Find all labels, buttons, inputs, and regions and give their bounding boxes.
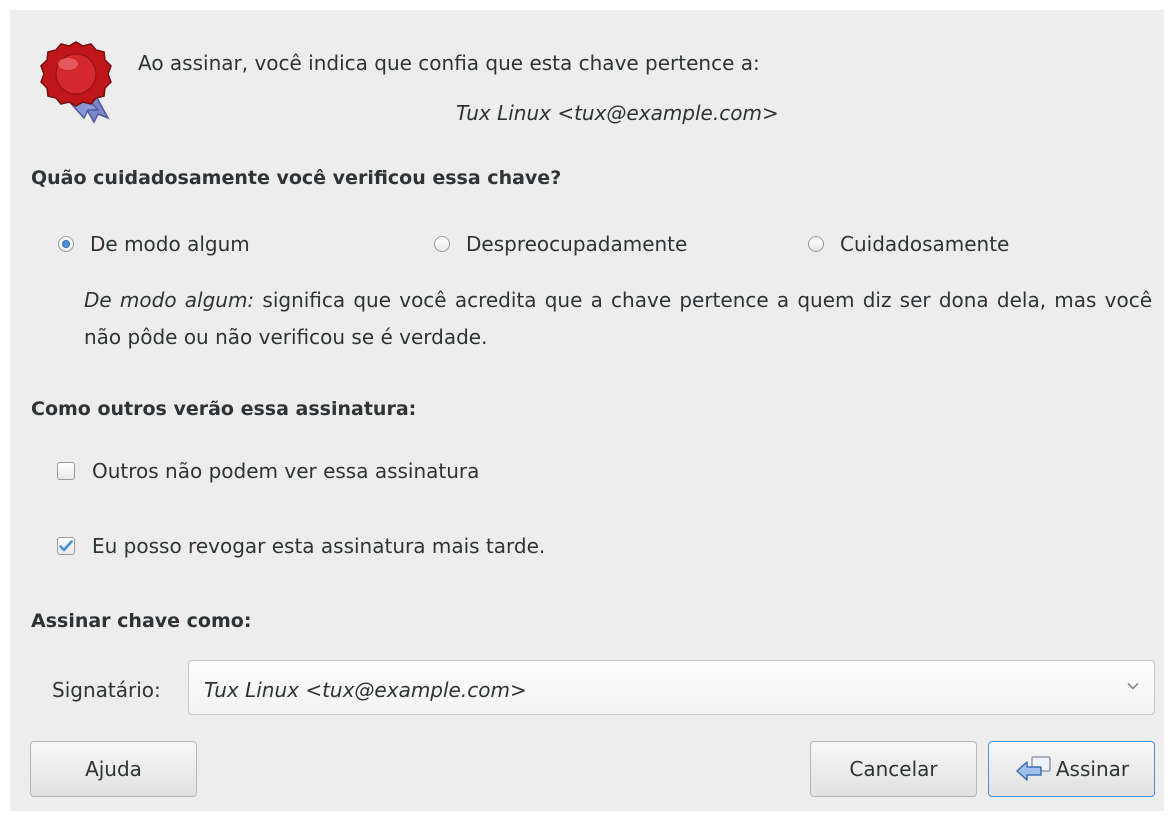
- sign-label: Assinar: [1055, 757, 1130, 781]
- description-term: De modo algum:: [84, 288, 255, 312]
- chevron-down-icon[interactable]: [1126, 681, 1140, 691]
- radio-casually[interactable]: Despreocupadamente: [434, 232, 687, 256]
- verification-title: Quão cuidadosamente você verificou essa …: [31, 167, 562, 189]
- radio-carefully[interactable]: Cuidadosamente: [808, 232, 1009, 256]
- radio-button[interactable]: [808, 236, 824, 252]
- signer-dropdown[interactable]: Tux Linux <tux@example.com>: [188, 660, 1155, 715]
- radio-label: Cuidadosamente: [840, 232, 1010, 256]
- seal-icon: [40, 41, 112, 124]
- help-button[interactable]: Ajuda: [30, 741, 197, 797]
- checkbox[interactable]: [57, 462, 75, 480]
- checkmark-icon: [59, 540, 73, 552]
- checkbox-label: Eu posso revogar esta assinatura mais ta…: [92, 534, 546, 558]
- intro-text: Ao assinar, você indica que confia que e…: [138, 51, 760, 75]
- radio-button-checked[interactable]: [58, 236, 74, 252]
- visibility-title: Como outros verão essa assinatura:: [31, 398, 417, 420]
- cancel-label: Cancelar: [849, 757, 938, 781]
- radio-button[interactable]: [434, 236, 450, 252]
- verification-description: De modo algum: significa que você acredi…: [84, 282, 1152, 356]
- cancel-button[interactable]: Cancelar: [810, 741, 977, 797]
- radio-not-at-all[interactable]: De modo algum: [58, 232, 250, 256]
- signer-value: Tux Linux <tux@example.com>: [204, 678, 527, 702]
- signer-title: Assinar chave como:: [31, 610, 252, 632]
- sign-button[interactable]: Assinar: [988, 741, 1155, 797]
- signer-label: Signatário:: [52, 678, 161, 702]
- checkbox-label: Outros não podem ver essa assinatura: [92, 459, 480, 483]
- checkbox-checked[interactable]: [57, 537, 75, 555]
- checkbox-hidden-signature[interactable]: Outros não podem ver essa assinatura: [57, 459, 479, 483]
- key-identity: Tux Linux <tux@example.com>: [456, 101, 779, 125]
- radio-label: De modo algum: [90, 232, 250, 256]
- checkbox-revocable[interactable]: Eu posso revogar esta assinatura mais ta…: [57, 534, 545, 558]
- sign-key-dialog: Ao assinar, você indica que confia que e…: [10, 10, 1164, 811]
- radio-label: Despreocupadamente: [466, 232, 688, 256]
- sign-arrow-icon: [1016, 756, 1051, 781]
- help-label: Ajuda: [85, 757, 142, 781]
